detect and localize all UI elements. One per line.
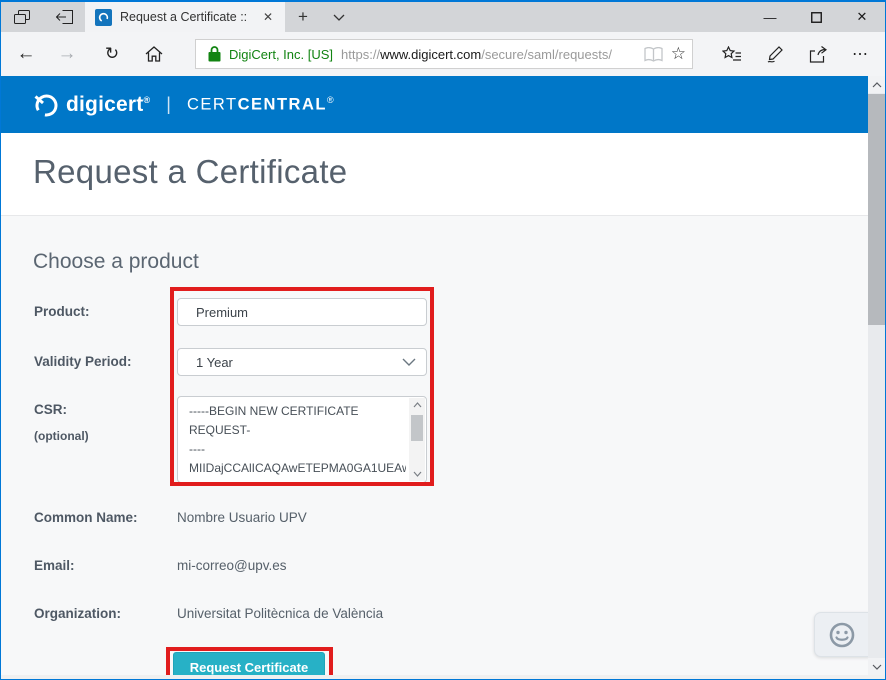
organization-value: Universitat Politècnica de València bbox=[177, 606, 383, 621]
csr-scrollbar-thumb[interactable] bbox=[411, 415, 423, 441]
feedback-button[interactable] bbox=[814, 612, 870, 657]
close-icon: ✕ bbox=[857, 9, 868, 25]
registered-mark: ® bbox=[143, 95, 150, 105]
page-scrollbar[interactable] bbox=[868, 76, 885, 675]
back-button[interactable]: ← bbox=[7, 39, 45, 69]
set-tabs-aside-icon bbox=[56, 10, 73, 24]
browser-window: Request a Certificate :: D ✕ + — ✕ ← → ↻ bbox=[0, 0, 886, 680]
product-select[interactable]: Premium bbox=[177, 298, 427, 326]
hub-button[interactable] bbox=[713, 39, 751, 69]
page-scrollbar-thumb[interactable] bbox=[868, 94, 885, 325]
forward-icon: → bbox=[58, 43, 77, 65]
organization-label: Organization: bbox=[34, 606, 121, 621]
url-host: www.digicert.com bbox=[380, 47, 481, 62]
hub-icon bbox=[722, 46, 742, 62]
title-bar: Request a Certificate :: D ✕ + — ✕ bbox=[1, 2, 885, 32]
reading-view-icon[interactable] bbox=[644, 47, 663, 62]
product-label: Product: bbox=[34, 304, 90, 319]
request-certificate-button[interactable]: Request Certificate bbox=[173, 652, 325, 675]
email-label: Email: bbox=[34, 558, 75, 573]
minimize-button[interactable]: — bbox=[747, 2, 793, 32]
url-text: https://www.digicert.com/secure/saml/req… bbox=[341, 47, 636, 62]
new-tab-button[interactable]: + bbox=[285, 2, 321, 32]
smiley-icon bbox=[827, 620, 857, 650]
share-icon bbox=[809, 46, 827, 63]
page-title: Request a Certificate bbox=[33, 153, 347, 191]
page-content: Choose a product Product: Premium Validi… bbox=[1, 216, 868, 675]
tab-preview-button[interactable] bbox=[1, 2, 43, 32]
common-name-value: Nombre Usuario UPV bbox=[177, 510, 307, 525]
back-icon: ← bbox=[17, 43, 36, 65]
scroll-down-icon[interactable] bbox=[409, 467, 425, 481]
more-options-button[interactable]: ⋯ bbox=[841, 39, 879, 69]
address-bar[interactable]: DigiCert, Inc. [US] https://www.digicert… bbox=[195, 39, 693, 69]
scroll-up-icon[interactable] bbox=[409, 398, 425, 412]
url-path: /secure/saml/requests/ bbox=[481, 47, 612, 62]
minimize-icon: — bbox=[764, 10, 777, 25]
common-name-label: Common Name: bbox=[34, 510, 138, 525]
chevron-down-icon bbox=[333, 14, 345, 21]
product-value: Premium bbox=[196, 305, 248, 320]
tab-title: Request a Certificate :: D bbox=[120, 10, 251, 24]
chevron-down-icon bbox=[402, 358, 416, 366]
home-icon bbox=[145, 46, 163, 62]
brand-divider: | bbox=[166, 94, 171, 115]
navigation-bar: ← → ↻ DigiCert, Inc. [US] https://www.di… bbox=[1, 32, 885, 76]
digicert-favicon-icon bbox=[95, 9, 112, 26]
web-note-button[interactable] bbox=[756, 39, 794, 69]
tab-list-dropdown[interactable] bbox=[321, 2, 357, 32]
scroll-down-button[interactable] bbox=[868, 658, 885, 675]
tab-preview-icon bbox=[14, 10, 30, 24]
certcentral-wordmark: CERTCENTRAL® bbox=[187, 95, 335, 115]
forward-button[interactable]: → bbox=[48, 39, 86, 69]
maximize-icon bbox=[811, 12, 822, 23]
home-button[interactable] bbox=[135, 39, 173, 69]
ev-certificate-name[interactable]: DigiCert, Inc. [US] bbox=[229, 47, 333, 62]
validity-period-value: 1 Year bbox=[196, 355, 233, 370]
page-viewport: digicert® | CERTCENTRAL® Request a Certi… bbox=[1, 76, 885, 675]
digicert-wordmark[interactable]: digicert® bbox=[66, 93, 150, 117]
validity-period-label: Validity Period: bbox=[34, 354, 132, 369]
set-tabs-aside-button[interactable] bbox=[43, 2, 85, 32]
more-options-icon: ⋯ bbox=[852, 44, 868, 64]
titlebar-drag-area bbox=[357, 2, 747, 32]
web-note-pen-icon bbox=[766, 46, 784, 63]
digicert-logo-icon bbox=[33, 92, 59, 118]
close-button[interactable]: ✕ bbox=[839, 2, 885, 32]
csr-scrollbar[interactable] bbox=[409, 398, 425, 481]
url-scheme: https:// bbox=[341, 47, 380, 62]
csr-optional-label: (optional) bbox=[34, 429, 89, 443]
favorite-star-icon[interactable]: ☆ bbox=[671, 44, 686, 64]
section-title: Choose a product bbox=[33, 250, 199, 274]
refresh-icon: ↻ bbox=[105, 44, 119, 64]
browser-tab[interactable]: Request a Certificate :: D ✕ bbox=[85, 2, 285, 32]
refresh-button[interactable]: ↻ bbox=[93, 39, 131, 69]
site-header: digicert® | CERTCENTRAL® bbox=[1, 76, 885, 133]
scroll-up-button[interactable] bbox=[868, 76, 885, 93]
maximize-button[interactable] bbox=[793, 2, 839, 32]
validity-period-select[interactable]: 1 Year bbox=[177, 348, 427, 376]
csr-text: -----BEGIN NEW CERTIFICATE REQUEST- ----… bbox=[189, 402, 406, 482]
share-button[interactable] bbox=[799, 39, 837, 69]
email-value: mi-correo@upv.es bbox=[177, 558, 286, 573]
tab-close-icon[interactable]: ✕ bbox=[259, 8, 277, 26]
chevron-down-icon bbox=[402, 308, 416, 316]
csr-label: CSR: bbox=[34, 402, 67, 417]
lock-icon bbox=[208, 46, 221, 62]
csr-textarea[interactable]: -----BEGIN NEW CERTIFICATE REQUEST- ----… bbox=[177, 396, 427, 483]
page-title-band: Request a Certificate bbox=[1, 133, 868, 216]
